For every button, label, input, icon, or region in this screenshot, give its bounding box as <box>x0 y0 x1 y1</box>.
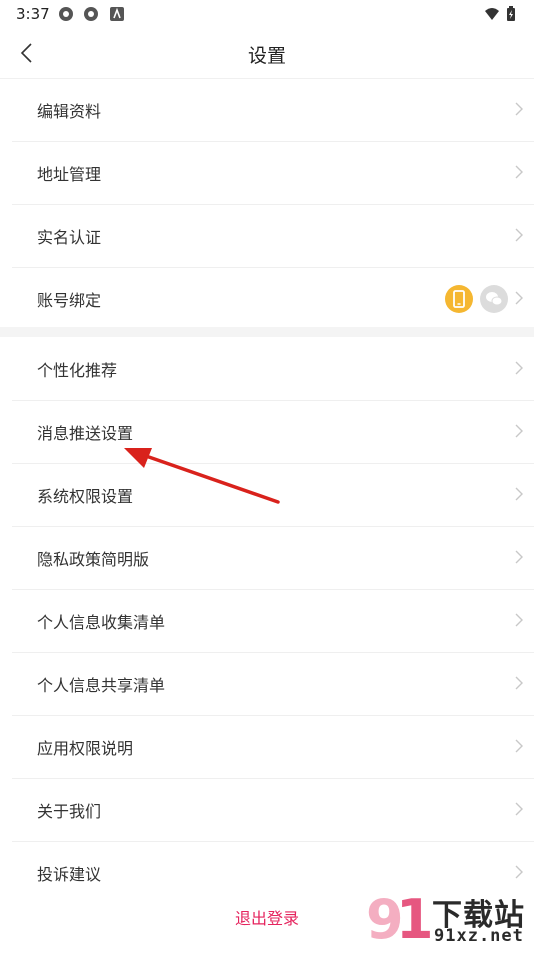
settings-item-label: 关于我们 <box>37 802 102 821</box>
settings-item-label: 隐私政策简明版 <box>37 550 150 569</box>
chevron-right-icon <box>515 424 523 438</box>
binding-icons <box>445 285 508 313</box>
svg-text:1: 1 <box>396 888 434 950</box>
annotation-arrow-icon <box>124 448 280 504</box>
app-notification-icon <box>84 7 98 21</box>
chevron-right-icon <box>515 613 523 627</box>
group-divider <box>0 327 534 337</box>
settings-item-label: 地址管理 <box>37 165 102 184</box>
settings-item-label: 编辑资料 <box>37 102 102 121</box>
app-notification-icon <box>59 7 73 21</box>
status-time: 3:37 <box>16 5 50 23</box>
settings-item-info-sharing-list[interactable]: 个人信息共享清单 <box>12 653 534 716</box>
settings-item-info-collection-list[interactable]: 个人信息收集清单 <box>12 590 534 653</box>
chevron-right-icon <box>515 739 523 753</box>
settings-item-label: 消息推送设置 <box>37 424 134 443</box>
chevron-right-icon <box>515 361 523 375</box>
status-bar: 3:37 <box>0 0 534 28</box>
settings-item-label: 个性化推荐 <box>37 361 118 380</box>
settings-group-account: 编辑资料 地址管理 实名认证 账号绑定 <box>0 79 534 330</box>
notification-a-icon <box>110 7 124 21</box>
settings-group-privacy: 个性化推荐 消息推送设置 系统权限设置 隐私政策简明版 个人信息收集清单 个人信… <box>0 338 534 904</box>
chevron-right-icon <box>515 228 523 242</box>
chevron-right-icon <box>515 550 523 564</box>
chevron-right-icon <box>515 291 523 305</box>
chevron-right-icon <box>515 165 523 179</box>
settings-item-edit-profile[interactable]: 编辑资料 <box>12 79 534 142</box>
chevron-right-icon <box>515 487 523 501</box>
page-title: 设置 <box>247 45 286 67</box>
chevron-right-icon <box>515 802 523 816</box>
wechat-binding-icon <box>480 285 508 313</box>
battery-icon <box>507 6 515 21</box>
settings-item-label: 投诉建议 <box>37 865 102 884</box>
watermark-domain: 91xz.net <box>434 926 524 946</box>
settings-item-label: 个人信息共享清单 <box>37 676 166 695</box>
settings-item-label: 实名认证 <box>37 228 102 247</box>
settings-item-app-permissions[interactable]: 应用权限说明 <box>12 716 534 779</box>
settings-item-personalized-recommend[interactable]: 个性化推荐 <box>12 338 534 401</box>
chevron-right-icon <box>515 865 523 879</box>
settings-item-privacy-policy-brief[interactable]: 隐私政策简明版 <box>12 527 534 590</box>
settings-item-account-binding[interactable]: 账号绑定 <box>12 268 534 330</box>
settings-item-address[interactable]: 地址管理 <box>12 142 534 205</box>
chevron-right-icon <box>515 676 523 690</box>
chevron-right-icon <box>515 102 523 116</box>
settings-item-real-name[interactable]: 实名认证 <box>12 205 534 268</box>
watermark-logo: 9 1 下载站 91xz.net <box>366 888 534 951</box>
settings-item-label: 应用权限说明 <box>37 739 134 758</box>
phone-binding-icon <box>445 285 473 313</box>
nav-bar: 设置 <box>0 28 534 79</box>
wifi-icon <box>485 8 499 20</box>
settings-item-about-us[interactable]: 关于我们 <box>12 779 534 842</box>
settings-item-label: 个人信息收集清单 <box>37 613 166 632</box>
settings-item-label: 账号绑定 <box>37 291 102 310</box>
